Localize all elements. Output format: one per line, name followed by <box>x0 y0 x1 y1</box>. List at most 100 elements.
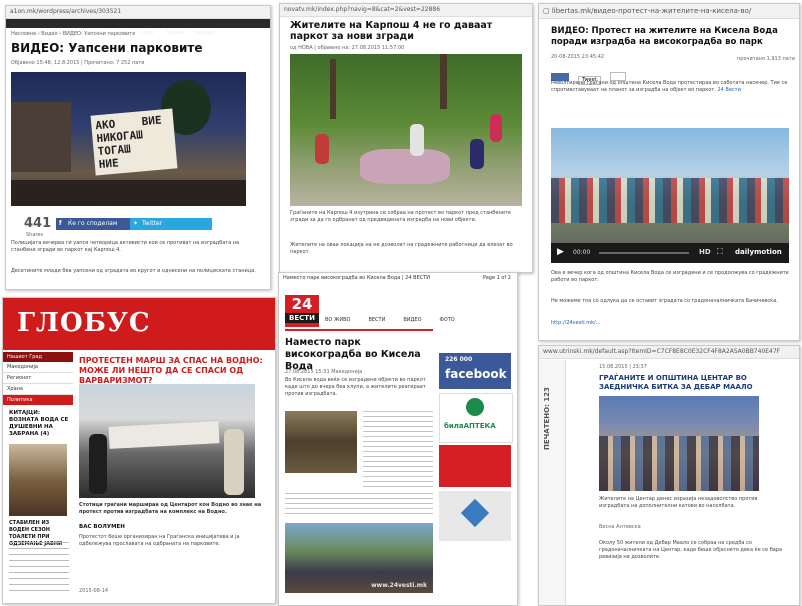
libertas-date: 20-08-2015 23:45:42 <box>551 54 605 60</box>
video-progress-track[interactable] <box>599 252 689 254</box>
24vesti-page-number: Page 1 of 2 <box>482 275 511 281</box>
a1on-share-label: Shares <box>26 232 44 238</box>
a1on-twitter-share-button[interactable]: ✦ Twitter <box>130 218 212 230</box>
banner-shape <box>108 421 220 449</box>
libertas-paragraph-1: Револтирани граѓани од општина Кисела Во… <box>551 80 791 94</box>
24vesti-photo-2: www.24vesti.mk <box>285 523 433 593</box>
a1on-fb-label: Ќе го споделам <box>68 220 118 227</box>
hd-icon[interactable]: HD <box>699 248 711 256</box>
globus-side-title[interactable]: КИТАЈЦИ: ВОЗНАТА ВОДА СЕ ДУШЕВНИ НА ЗАБР… <box>9 410 69 438</box>
a1on-paragraph-1: Полицијата вечерва ги уапси четворица ак… <box>11 240 240 253</box>
audience-shape <box>599 436 759 491</box>
globus-side-body <box>9 542 69 592</box>
protest-sign-text: АКО ВИЕ НИКОГАШ ТОГАШ НИЕ <box>94 113 163 172</box>
globus-protest-photo <box>79 384 255 498</box>
novatv-meta: од НОВА | објавено на: 27.08.2015 11:57:… <box>290 45 405 51</box>
person-shape-2 <box>410 124 424 156</box>
24vesti-body: Во Кисела вода веќе се изградени објекти… <box>285 377 426 397</box>
person-shape-4 <box>490 114 502 142</box>
a1on-nav-5[interactable]: Забава <box>161 29 189 38</box>
libertas-video-brand[interactable]: dailymotion <box>735 248 782 256</box>
24vesti-body-lines-2 <box>285 493 433 517</box>
libertas-url-bar[interactable]: ▢ libertas.mk/видео-протест-на-жителите-… <box>539 4 799 19</box>
a1on-facebook-share-button[interactable]: f Ќе го споделам <box>56 218 138 230</box>
utrinski-article-window: www.utrinski.mk/default.asp?ItemID=C7CF8… <box>538 345 800 606</box>
globus-date: 2015-08-14 <box>79 588 109 594</box>
utrinski-body: Околу 50 жители од Дебар Маало се собраа… <box>599 540 783 560</box>
utrinski-author: Весна Антевска <box>599 524 641 530</box>
24vesti-red-rule <box>285 329 433 331</box>
24vesti-watermark: www.24vesti.mk <box>371 582 427 589</box>
libertas-paragraph-2: Ова е вечер кога од општина Кисела Вода … <box>551 270 789 283</box>
utrinski-caption: Жителите на Центар денес изразија незадо… <box>599 496 758 509</box>
building-shape <box>11 102 71 172</box>
libertas-para1-text: Револтирани граѓани од општина Кисела Во… <box>551 80 788 93</box>
utrinski-date: 15.08.2015 | 23:37 <box>599 364 647 370</box>
a1on-title: ВИДЕО: Уапсени парковите <box>11 41 203 55</box>
fullscreen-icon[interactable]: ⛶ <box>717 247 723 257</box>
24vesti-gray-ad[interactable] <box>439 491 511 541</box>
protest-sign: АКО ВИЕ НИКОГАШ ТОГАШ НИЕ <box>90 108 178 176</box>
globus-menu-4[interactable]: Политика <box>3 395 73 405</box>
crowd-shape <box>11 180 246 206</box>
24vesti-tab-3[interactable]: ФОТО <box>440 317 455 323</box>
novatv-paragraph-1: Граѓаните на Карпош 4 изутрина се собраа… <box>290 210 511 223</box>
globus-side-photo <box>9 444 67 516</box>
24vesti-fb-word: facebook <box>445 367 507 381</box>
a1on-meta: Објавено 15:48, 12.8.2015 | Прочитано: 7… <box>11 60 145 66</box>
24vesti-logo-word: ВЕСТИ <box>285 313 319 323</box>
libertas-source-link[interactable]: 24 Вести <box>717 87 740 93</box>
a1on-paragraph-2: Десетините млади беа уапсени од зградата… <box>11 268 256 274</box>
a1on-tw-label: Twitter <box>142 220 163 227</box>
24vesti-red-ad[interactable] <box>439 445 511 487</box>
24vesti-tab-0[interactable]: ВО ЖИВО <box>325 317 350 323</box>
globus-menu-0[interactable]: Нашиот Град <box>3 352 73 362</box>
novatv-paragraph-2: Жителите на оваа локација на не дозволат… <box>290 242 513 255</box>
a1on-article-window: a1on.mk/wordpress/archives/303521 Македо… <box>5 5 271 290</box>
globus-logo[interactable]: ГЛОБУС <box>17 308 151 338</box>
novatv-protest-photo <box>290 54 522 206</box>
person-shape <box>89 434 107 494</box>
a1on-share-count: 441 <box>24 216 52 231</box>
globus-article-window: ГЛОБУС Нашиот Град Македонија Регионот Х… <box>2 297 276 604</box>
play-icon[interactable]: ▶ <box>557 247 564 257</box>
globus-caption: Стотици граѓани маршираа од Центарот кон… <box>79 502 262 515</box>
novatv-article-window: novatv.mk/index.php?navig=8&cat=2&vest=2… <box>279 3 533 273</box>
24vesti-header-title: Наместо парк високоградба во Кисела Вода… <box>283 275 431 281</box>
24vesti-photo-1 <box>285 411 357 473</box>
twitter-icon: ✦ <box>133 220 139 227</box>
a1on-nav-6[interactable]: Здравје <box>189 29 219 38</box>
globus-menu-1[interactable]: Македонија <box>3 362 73 373</box>
a1on-url-bar[interactable]: a1on.mk/wordpress/archives/303521 <box>6 6 270 19</box>
libertas-video-time: 00:00 <box>573 249 591 256</box>
24vesti-logo[interactable]: 24 ВЕСТИ <box>285 295 319 327</box>
libertas-url: libertas.mk/видео-протест-на-жителите-на… <box>551 7 752 15</box>
tree-trunk-shape-2 <box>440 54 447 109</box>
globus-menu-2[interactable]: Регионот <box>3 373 73 384</box>
24vesti-logo-number: 24 <box>291 295 313 313</box>
utrinski-side-text: ПЕЧАТЕНО: 123 <box>543 387 551 450</box>
24vesti-fb-count: 226 000 <box>445 356 473 363</box>
novatv-url-bar[interactable]: novatv.mk/index.php?navig=8&cat=2&vest=2… <box>280 4 532 17</box>
a1on-nav-4[interactable]: Спорт <box>135 29 161 38</box>
globus-left-menu: Нашиот Град Македонија Регионот Храна По… <box>3 352 73 405</box>
24vesti-facebook-ad[interactable]: 226 000 facebook <box>439 353 511 389</box>
24vesti-tab-2[interactable]: ВИДЕО <box>403 317 421 323</box>
shield-icon <box>460 498 490 528</box>
24vesti-pharmacy-ad[interactable]: билаАПТЕКА <box>439 393 513 443</box>
24vesti-header-row: Наместо парк високоградба во Кисела Вода… <box>279 273 517 283</box>
24vesti-tab-1[interactable]: ВЕСТИ <box>368 317 385 323</box>
24vesti-tabs: ВО ЖИВО ВЕСТИ ВИДЕО ФОТО <box>325 317 515 323</box>
a1on-breadcrumb: Насловна › Видео › ВИДЕО: Уапсени парков… <box>11 31 136 37</box>
utrinski-meeting-photo <box>599 396 759 491</box>
globus-section: ВАС ВОЛУМЕН <box>79 524 125 530</box>
page-icon: ▢ <box>543 7 552 15</box>
24vesti-pharmacy-name: билаАПТЕКА <box>444 422 496 430</box>
utrinski-url-bar[interactable]: www.utrinski.mk/default.asp?ItemID=C7CF8… <box>539 346 799 359</box>
libertas-paragraph-3: Не можеме тоа со одлука да се оставит зг… <box>551 298 778 304</box>
person-shape-2 <box>224 429 244 495</box>
24vesti-title: Наместо парк високоградба во Кисела Вода <box>285 337 421 372</box>
libertas-video-player[interactable]: ▶ 00:00 HD ⛶ dailymotion <box>551 128 789 263</box>
globus-menu-3[interactable]: Храна <box>3 384 73 395</box>
libertas-link-2[interactable]: http://24vesti.mk/... <box>551 320 600 327</box>
